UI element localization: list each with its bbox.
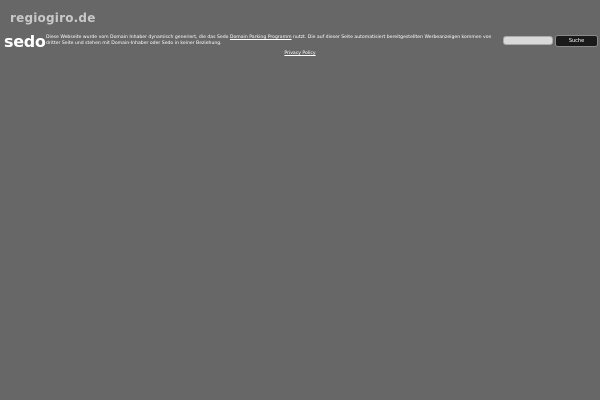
disclaimer-text: Diese Webseite wurde vom Domain Inhaber … [46, 35, 502, 46]
privacy-policy-link[interactable]: Privacy Policy [284, 51, 315, 56]
domain-title: regiogiro.de [10, 11, 96, 25]
page: regiogiro.de sedo Diese Webseite wurde v… [0, 0, 600, 400]
search-button[interactable]: Suche [555, 35, 598, 47]
disclaimer-text-before: Diese Webseite wurde vom Domain Inhaber … [46, 35, 230, 40]
privacy-container: Privacy Policy [0, 51, 600, 56]
domain-parking-link[interactable]: Domain Parking Programm [230, 35, 292, 40]
search-input[interactable] [503, 36, 553, 45]
sedo-logo[interactable]: sedo [4, 32, 46, 51]
